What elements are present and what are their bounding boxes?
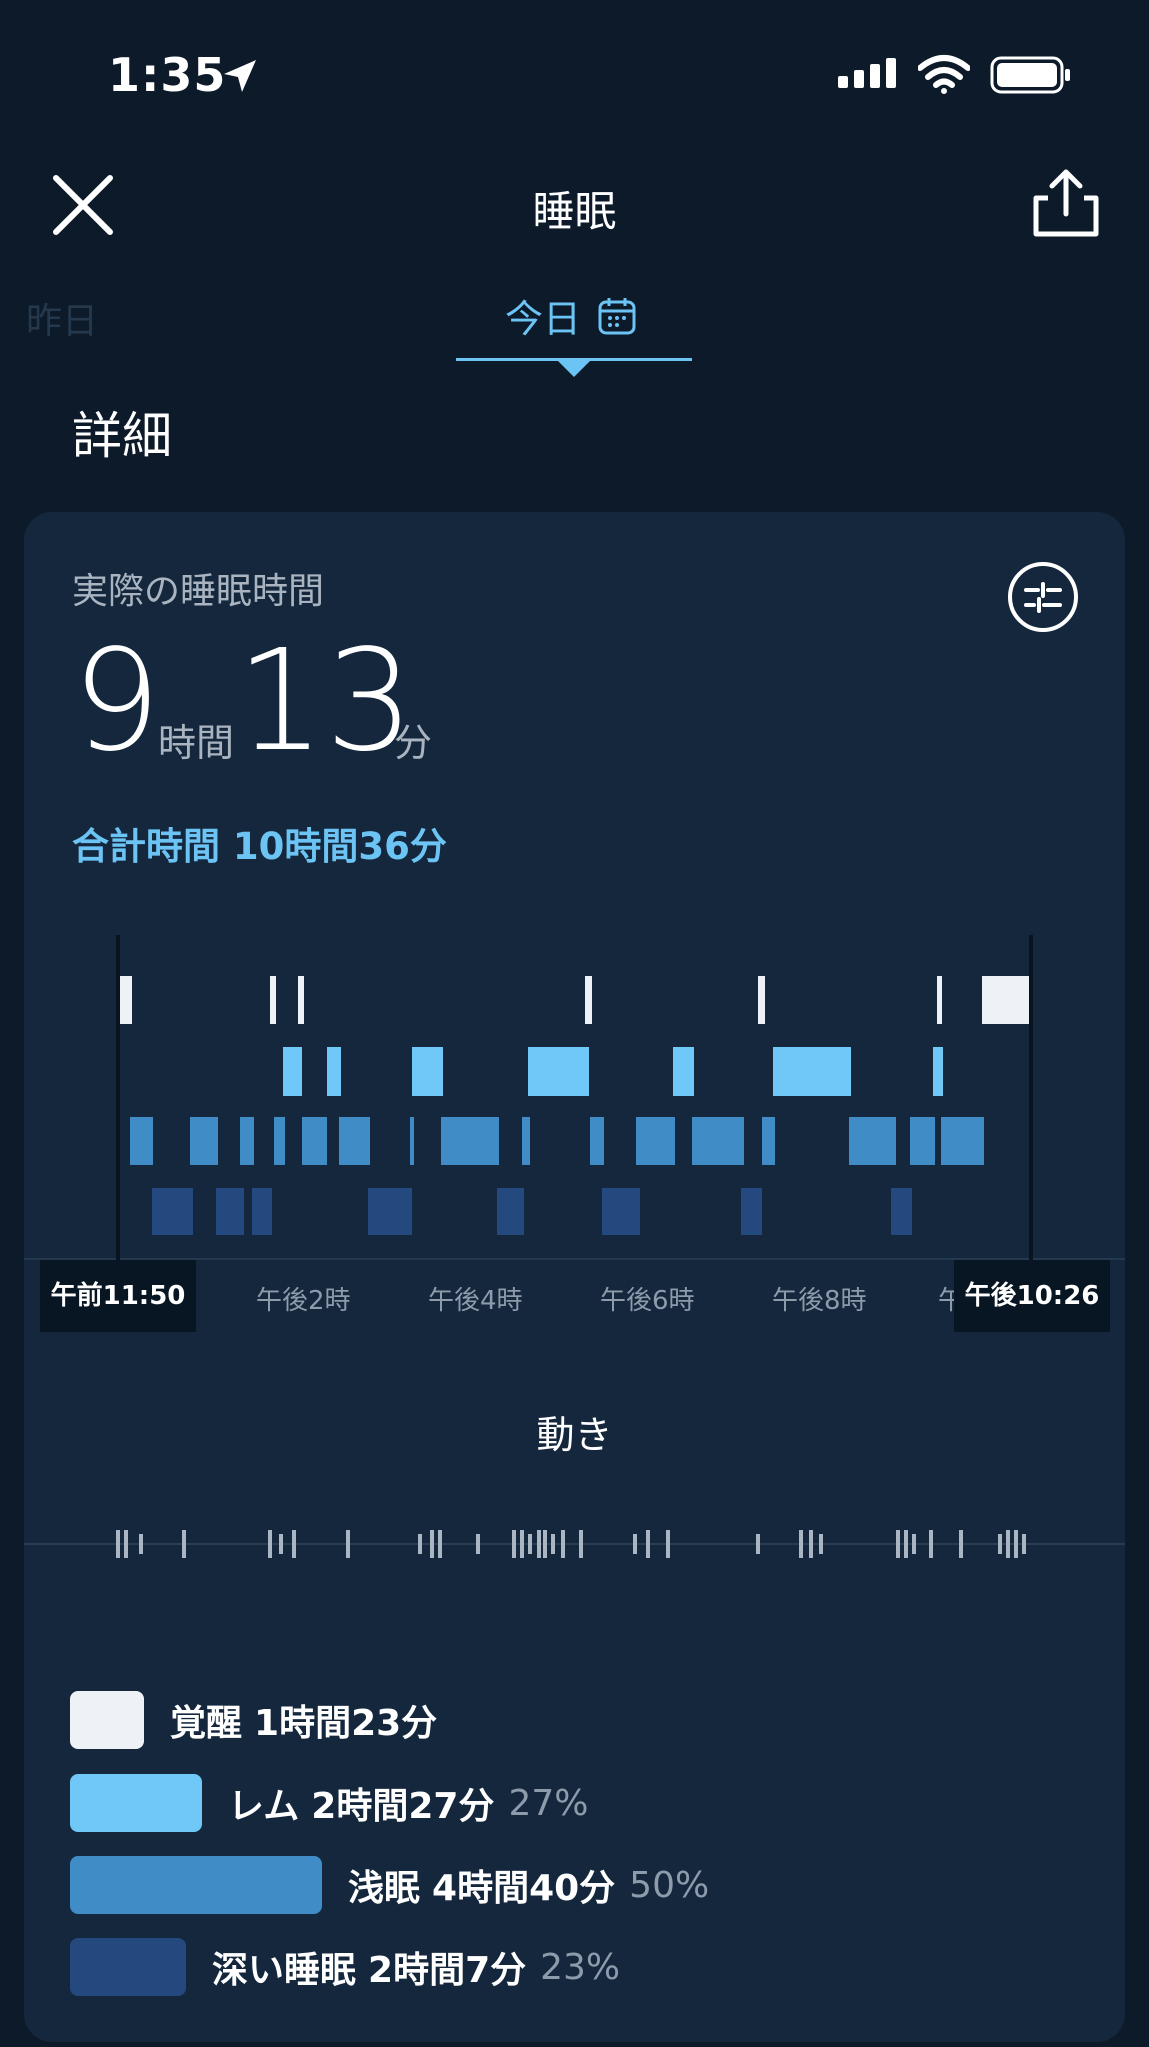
- stage-segment-light: [636, 1117, 675, 1165]
- stage-segment-light: [522, 1117, 530, 1165]
- tab-yesterday[interactable]: 昨日: [26, 292, 98, 344]
- sleep-hours-value: 9: [72, 620, 162, 783]
- stage-segment-light: [910, 1117, 935, 1165]
- stage-segment-rem: [933, 1047, 943, 1096]
- stage-segment-deep: [216, 1188, 244, 1235]
- x-tick-label: 午後8時: [772, 1286, 867, 1316]
- cellular-signal-icon: [838, 58, 896, 88]
- stage-segment-light: [410, 1117, 414, 1165]
- stage-segment-rem: [283, 1047, 302, 1096]
- legend-percent: 23%: [540, 1946, 621, 1988]
- stage-segment-light: [441, 1117, 499, 1165]
- rem-swatch: [70, 1774, 202, 1832]
- legend-duration: 2時間27分: [311, 1786, 495, 1827]
- page-title: 睡眠: [532, 187, 617, 236]
- wifi-icon: [918, 55, 970, 94]
- legend-label: 覚醒: [170, 1703, 243, 1744]
- x-tick-label: 午後6時: [600, 1286, 695, 1316]
- legend-rem: レム 2時間27分 27%: [70, 1773, 588, 1833]
- legend-percent: 50%: [629, 1864, 710, 1906]
- light-swatch: [70, 1856, 322, 1914]
- stage-segment-awake: [758, 976, 765, 1024]
- stage-segment-rem: [773, 1047, 851, 1096]
- stage-segment-light: [590, 1117, 604, 1165]
- legend-light: 浅眠 4時間40分 50%: [70, 1855, 709, 1915]
- stage-segment-deep: [497, 1188, 524, 1235]
- stage-segment-awake: [982, 976, 1032, 1024]
- stage-segment-rem: [673, 1047, 694, 1096]
- stage-segment-awake: [585, 976, 592, 1024]
- stage-segment-deep: [891, 1188, 912, 1235]
- x-tick-label: 午後4時: [428, 1286, 523, 1316]
- stage-segment-rem: [327, 1047, 341, 1096]
- sleep-hours-unit: 時間: [158, 721, 235, 765]
- stage-segment-awake: [270, 976, 276, 1024]
- stage-segment-awake: [298, 976, 304, 1024]
- stage-segment-deep: [741, 1188, 762, 1235]
- sleep-stage-chart: [24, 935, 1125, 1260]
- sleep-minutes-unit: 分: [394, 721, 433, 765]
- x-tick-label: 午後2時: [256, 1286, 351, 1316]
- tab-today-label: 今日: [505, 297, 582, 341]
- stage-segment-light: [274, 1117, 285, 1165]
- stage-segment-light: [240, 1117, 254, 1165]
- legend-percent: 27%: [508, 1782, 589, 1824]
- tab-caret: [558, 361, 590, 377]
- chart-start-time: 午前11:50: [40, 1260, 196, 1332]
- stage-segment-light: [130, 1117, 153, 1165]
- status-time: 1:35: [108, 48, 227, 102]
- stage-segment-light: [302, 1117, 327, 1165]
- deep-swatch: [70, 1938, 186, 1996]
- legend-duration: 4時間40分: [432, 1868, 616, 1909]
- awake-swatch: [70, 1691, 144, 1749]
- stage-segment-deep: [152, 1188, 193, 1235]
- stage-segment-rem: [412, 1047, 443, 1096]
- location-arrow-icon: [224, 60, 256, 92]
- legend-label: レム: [228, 1786, 300, 1827]
- stage-segment-light: [692, 1117, 744, 1165]
- stage-segment-light: [339, 1117, 370, 1165]
- stage-segment-rem: [528, 1047, 589, 1096]
- stage-segment-light: [190, 1117, 218, 1165]
- total-time: 合計時間 10時間36分: [72, 825, 447, 868]
- legend-deep: 深い睡眠 2時間7分 23%: [70, 1937, 620, 1997]
- stage-segment-deep: [252, 1188, 272, 1235]
- share-icon[interactable]: [1030, 166, 1102, 240]
- chart-end-time: 午後10:26: [954, 1260, 1110, 1332]
- section-title: 詳細: [72, 407, 172, 465]
- stage-segment-awake: [118, 976, 132, 1024]
- stage-segment-deep: [368, 1188, 412, 1235]
- stage-segment-light: [941, 1117, 984, 1165]
- stage-segment-awake: [937, 976, 942, 1024]
- stage-segment-deep: [602, 1188, 640, 1235]
- sleep-minutes-value: 13: [236, 620, 415, 783]
- battery-icon: [990, 56, 1070, 94]
- actual-sleep-label: 実際の睡眠時間: [72, 571, 325, 612]
- movement-title: 動き: [536, 1413, 613, 1457]
- calendar-icon[interactable]: [597, 296, 637, 336]
- adjust-settings-icon[interactable]: [1006, 560, 1080, 634]
- tab-today[interactable]: 今日: [505, 288, 637, 343]
- stage-segment-light: [762, 1117, 775, 1165]
- legend-label: 深い睡眠: [212, 1950, 357, 1991]
- legend-duration: 1時間23分: [254, 1703, 438, 1744]
- legend-awake: 覚醒 1時間23分: [70, 1690, 437, 1750]
- legend-label: 浅眠: [348, 1868, 421, 1909]
- legend-duration: 2時間7分: [368, 1950, 527, 1991]
- stage-segment-light: [849, 1117, 896, 1165]
- movement-chart: [24, 1530, 1125, 1558]
